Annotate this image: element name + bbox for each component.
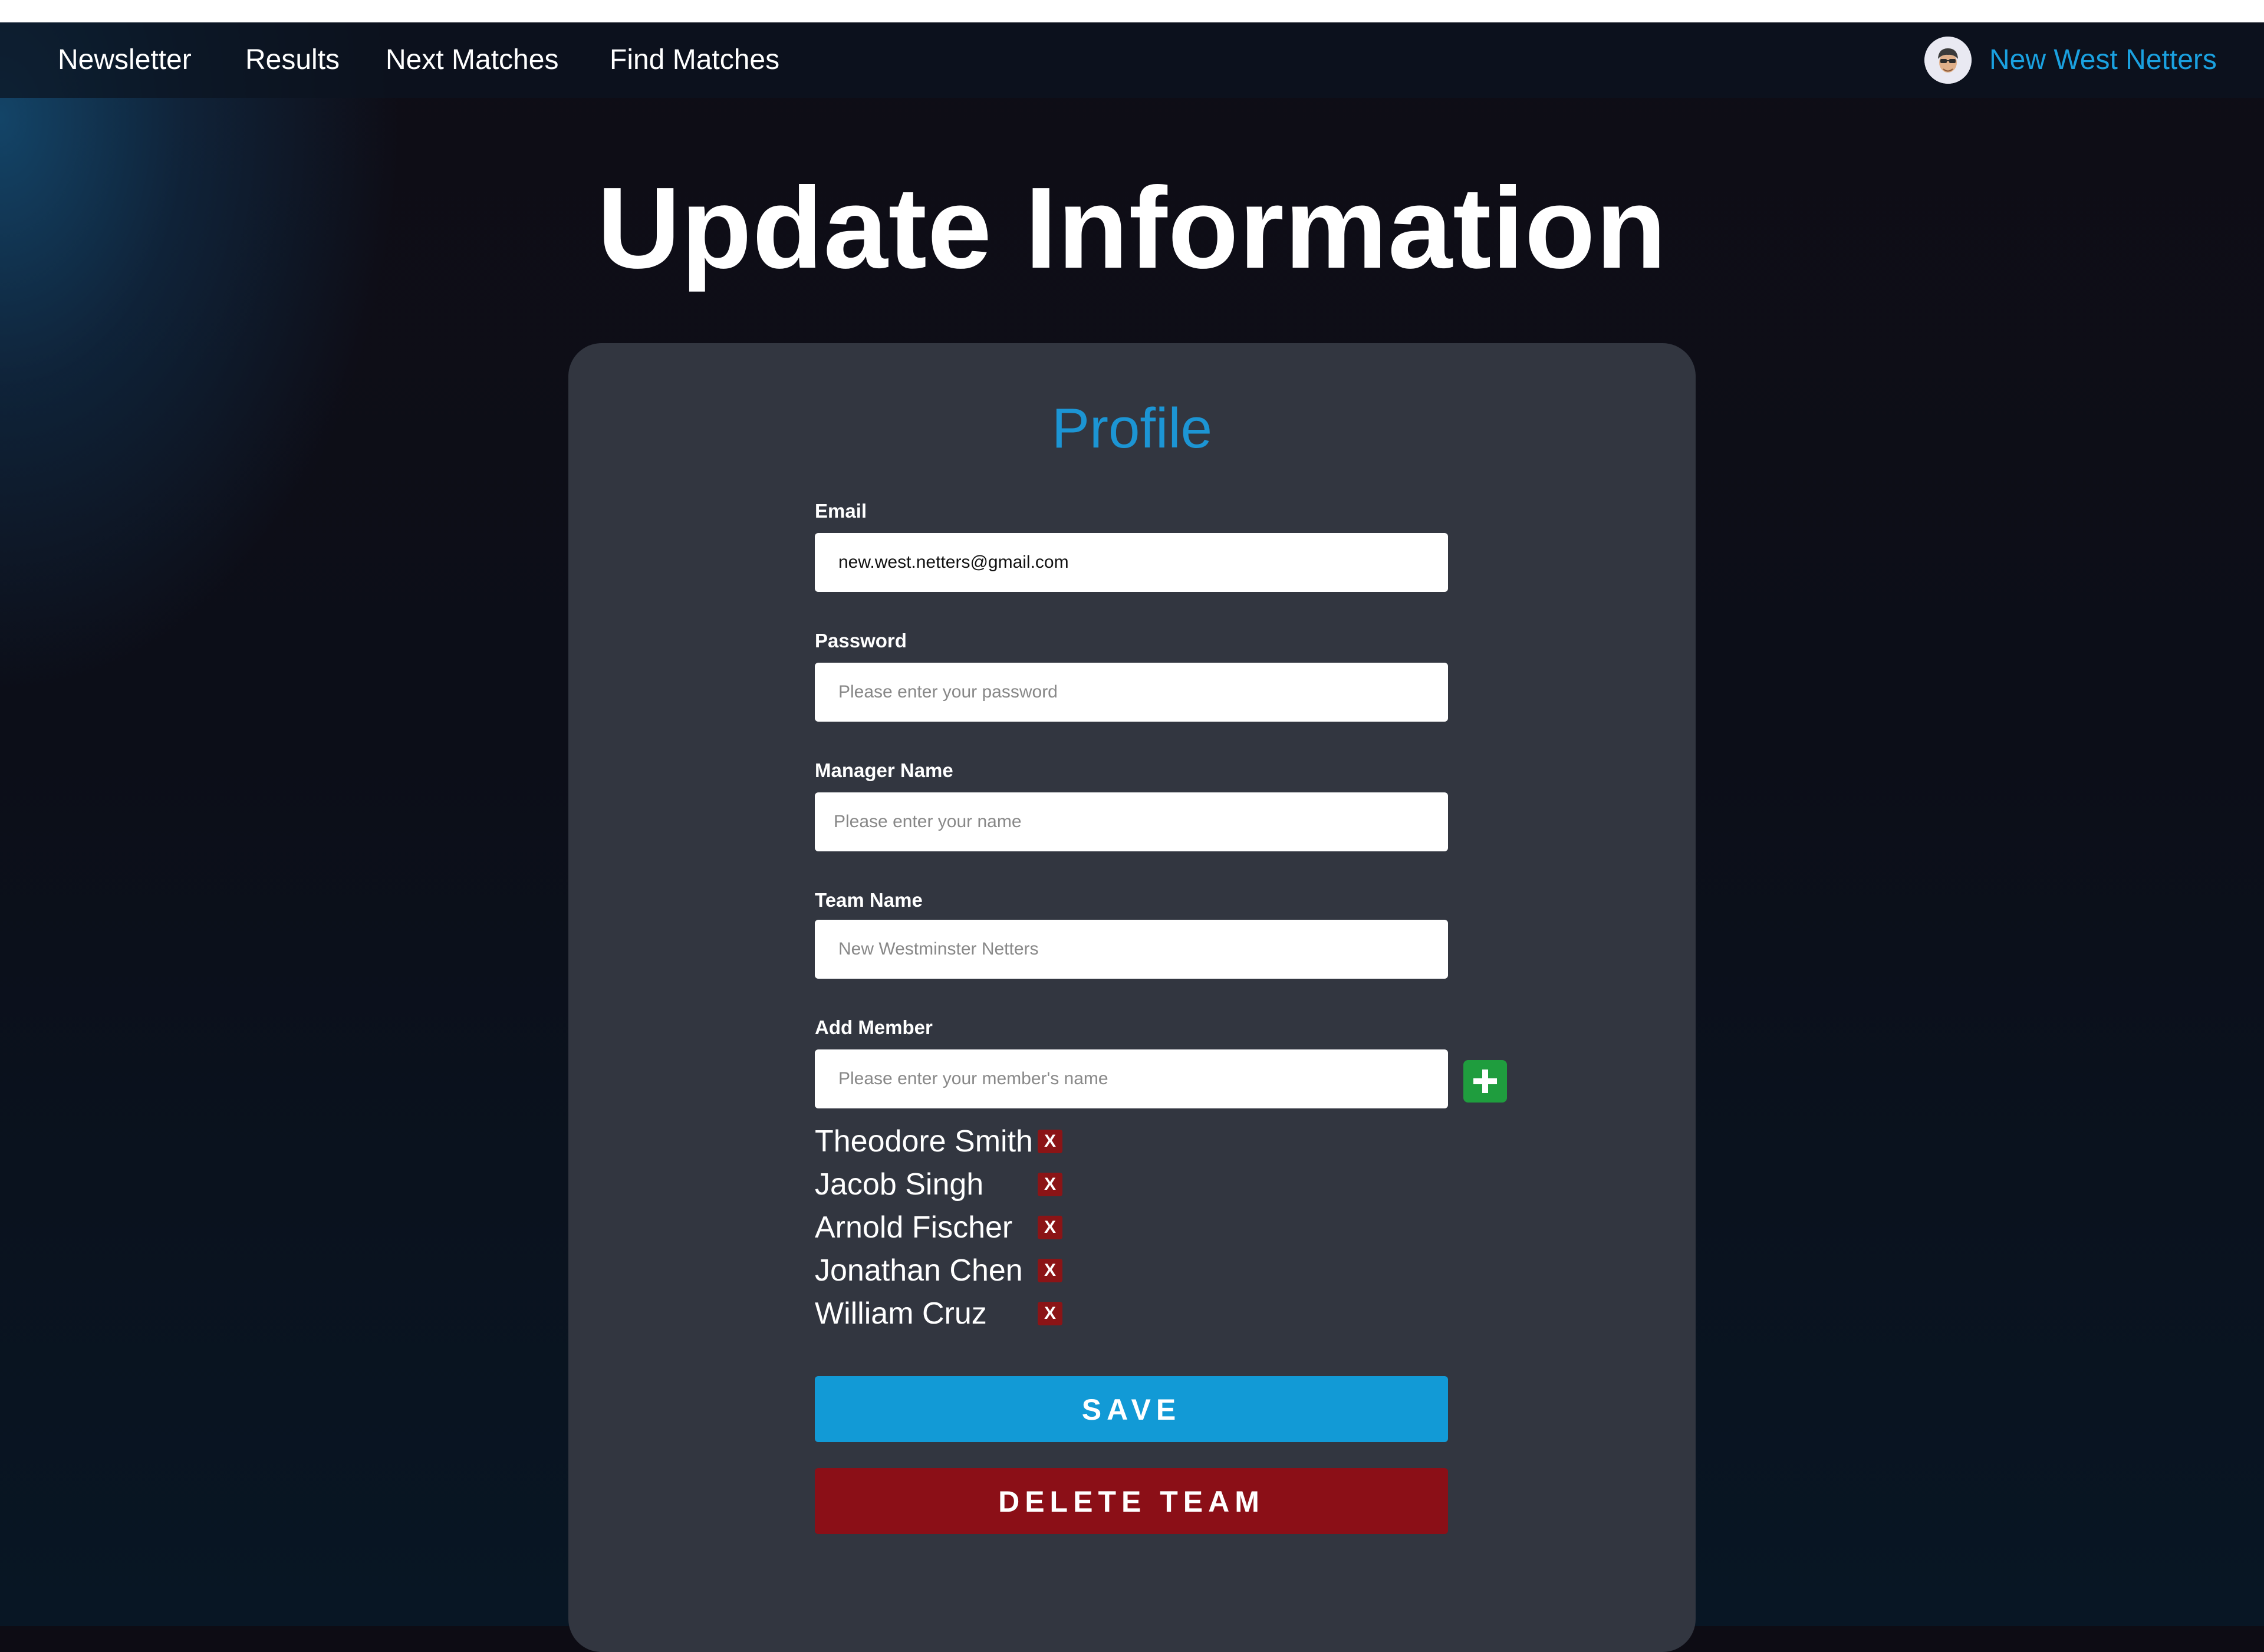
team-name-field[interactable] (815, 920, 1448, 979)
member-name: William Cruz (815, 1296, 987, 1331)
add-member-label: Add Member (815, 1016, 933, 1038)
member-name: Jonathan Chen (815, 1253, 1023, 1288)
remove-member-button[interactable]: X (1038, 1259, 1062, 1282)
nav-link-next-matches[interactable]: Next Matches (386, 22, 558, 98)
email-field[interactable] (815, 533, 1448, 592)
password-field[interactable] (815, 663, 1448, 722)
save-button[interactable]: SAVE (815, 1376, 1448, 1442)
delete-team-button[interactable]: DELETE TEAM (815, 1468, 1448, 1534)
password-label: Password (815, 630, 907, 651)
remove-member-button[interactable]: X (1038, 1216, 1062, 1239)
add-member-field[interactable] (815, 1049, 1448, 1108)
member-list-item: Arnold Fischer X (815, 1206, 1110, 1249)
team-name-link[interactable]: New West Netters (1989, 22, 2217, 98)
manager-name-field[interactable] (815, 792, 1448, 851)
user-avatar-icon[interactable] (1924, 37, 1972, 84)
nav-link-newsletter[interactable]: Newsletter (58, 22, 192, 98)
email-label: Email (815, 500, 867, 522)
team-name-label: Team Name (815, 889, 923, 911)
member-name: Jacob Singh (815, 1167, 984, 1202)
plus-icon (1473, 1069, 1497, 1093)
add-member-button[interactable] (1463, 1060, 1507, 1103)
nav-link-results[interactable]: Results (245, 22, 340, 98)
remove-member-button[interactable]: X (1038, 1173, 1062, 1196)
remove-member-button[interactable]: X (1038, 1130, 1062, 1153)
member-list-item: Jacob Singh X (815, 1163, 1110, 1206)
browser-top-strip (0, 0, 2264, 22)
nav-link-find-matches[interactable]: Find Matches (610, 22, 779, 98)
manager-name-label: Manager Name (815, 759, 953, 781)
remove-member-button[interactable]: X (1038, 1302, 1062, 1325)
member-name: Arnold Fischer (815, 1210, 1013, 1245)
member-name: Theodore Smith (815, 1124, 1033, 1159)
member-list-item: William Cruz X (815, 1292, 1110, 1335)
profile-heading: Profile (1051, 397, 1213, 460)
member-list-item: Theodore Smith X (815, 1120, 1110, 1163)
page-title: Update Information (597, 163, 1667, 292)
member-list-item: Jonathan Chen X (815, 1249, 1110, 1292)
